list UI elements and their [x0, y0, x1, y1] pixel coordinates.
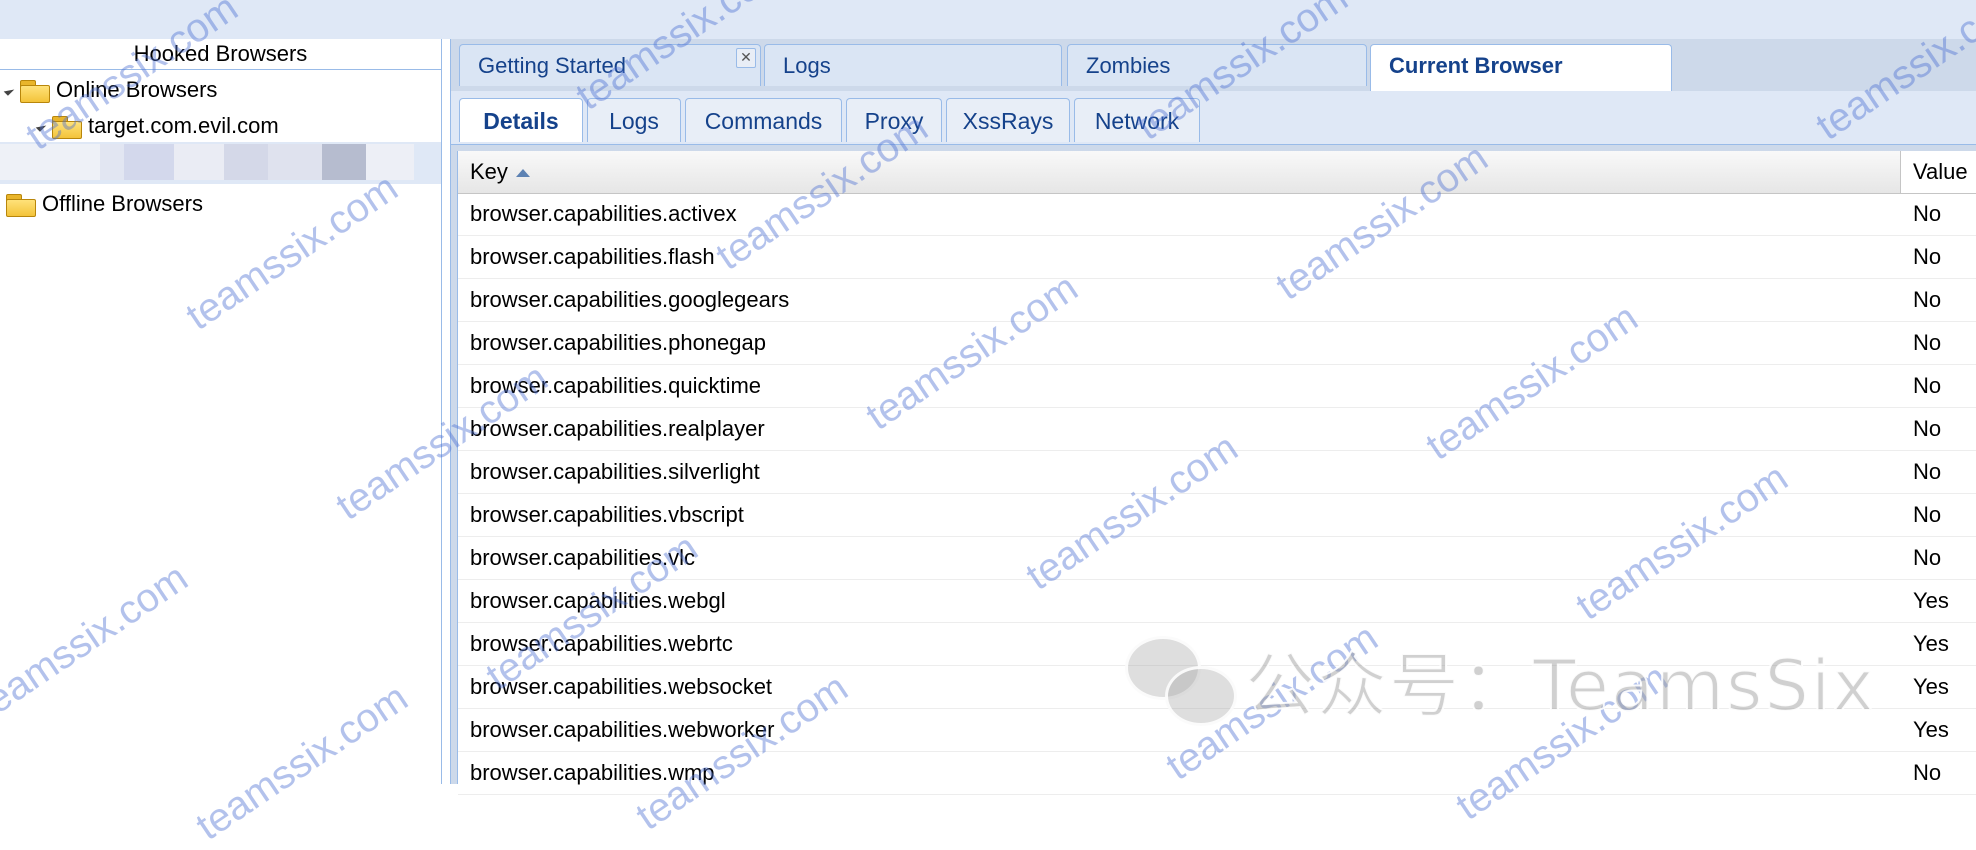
- value-cell: No: [1913, 373, 1942, 398]
- subtab-commands[interactable]: Commands: [685, 98, 842, 142]
- key-cell: browser.capabilities.vlc: [470, 545, 695, 570]
- value-cell: No: [1913, 459, 1942, 484]
- folder-open-icon: [52, 114, 82, 139]
- table-row[interactable]: browser.capabilities.flash No: [458, 236, 1976, 279]
- table-row[interactable]: browser.capabilities.vlc No: [458, 537, 1976, 580]
- top-bar: [0, 0, 1976, 39]
- redacted-block: [0, 144, 100, 180]
- value-cell: Yes: [1913, 588, 1949, 613]
- key-cell: browser.capabilities.phonegap: [470, 330, 766, 355]
- key-cell: browser.capabilities.googlegears: [470, 287, 790, 312]
- table-row[interactable]: browser.capabilities.activex No: [458, 193, 1976, 236]
- table-row[interactable]: browser.capabilities.phonegap No: [458, 322, 1976, 365]
- main-panel: Getting Started ✕ Logs Zombies Current B…: [450, 39, 1976, 795]
- tab-label: Current Browser: [1389, 53, 1563, 78]
- redacted-block: [224, 144, 268, 180]
- grid-header: Key Value: [458, 151, 1976, 194]
- tree-label: Offline Browsers: [42, 191, 203, 216]
- redacted-block: [124, 144, 174, 180]
- tree-label: target.com.evil.com: [88, 113, 279, 138]
- table-row[interactable]: browser.capabilities.webrtc Yes: [458, 623, 1976, 666]
- key-cell: browser.capabilities.webgl: [470, 588, 726, 613]
- subtab-logs[interactable]: Logs: [587, 98, 681, 142]
- main-tab-strip: Getting Started ✕ Logs Zombies Current B…: [451, 39, 1976, 92]
- tab-logs[interactable]: Logs: [764, 44, 1062, 86]
- table-row[interactable]: browser.capabilities.webworker Yes: [458, 709, 1976, 752]
- column-header-key[interactable]: Key: [458, 151, 1901, 193]
- table-row[interactable]: browser.capabilities.quicktime No: [458, 365, 1976, 408]
- table-row[interactable]: browser.capabilities.webgl Yes: [458, 580, 1976, 623]
- tree-label: Online Browsers: [56, 77, 218, 102]
- sort-ascending-icon: [515, 169, 530, 178]
- table-row[interactable]: browser.capabilities.googlegears No: [458, 279, 1976, 322]
- tab-label: Logs: [609, 108, 659, 134]
- tab-label: Logs: [783, 53, 831, 78]
- key-cell: browser.capabilities.silverlight: [470, 459, 760, 484]
- subtab-network[interactable]: Network: [1074, 98, 1200, 142]
- tab-label: Network: [1094, 108, 1180, 134]
- table-row[interactable]: browser.capabilities.realplayer No: [458, 408, 1976, 451]
- key-cell: browser.capabilities.activex: [470, 201, 737, 226]
- grid-body: browser.capabilities.activex No browser.c…: [458, 193, 1976, 795]
- value-cell: Yes: [1913, 717, 1949, 742]
- tab-label: XssRays: [962, 108, 1054, 134]
- tab-zombies[interactable]: Zombies: [1067, 44, 1367, 86]
- column-label: Value: [1913, 159, 1968, 184]
- value-cell: No: [1913, 201, 1942, 226]
- tab-label: Zombies: [1086, 53, 1171, 78]
- value-cell: No: [1913, 330, 1942, 355]
- tab-current-browser[interactable]: Current Browser: [1370, 44, 1672, 92]
- table-row[interactable]: browser.capabilities.websocket Yes: [458, 666, 1976, 709]
- redacted-block: [174, 144, 224, 180]
- panel-title: Hooked Browsers: [0, 39, 441, 70]
- value-cell: No: [1913, 545, 1942, 570]
- expand-arrow-icon[interactable]: [3, 84, 15, 96]
- key-cell: browser.capabilities.wmp: [470, 760, 715, 785]
- tree-node-target-domain[interactable]: target.com.evil.com: [35, 109, 279, 143]
- tab-label: Commands: [704, 108, 823, 134]
- folder-icon: [6, 192, 36, 217]
- subtab-xssrays[interactable]: XssRays: [946, 98, 1070, 142]
- close-icon[interactable]: ✕: [736, 48, 756, 68]
- redacted-block: [100, 144, 124, 180]
- tab-getting-started[interactable]: Getting Started ✕: [459, 44, 761, 86]
- value-cell: No: [1913, 760, 1942, 785]
- key-cell: browser.capabilities.websocket: [470, 674, 773, 699]
- redacted-block: [268, 144, 322, 180]
- tab-label: Getting Started: [478, 53, 626, 78]
- column-label: Key: [470, 159, 508, 184]
- tree-node-offline-browsers[interactable]: Offline Browsers: [6, 187, 468, 238]
- expand-arrow-icon[interactable]: [35, 120, 47, 132]
- details-grid: Key Value browser.capabilities.activex No…: [457, 151, 1976, 795]
- value-cell: No: [1913, 502, 1942, 527]
- key-cell: browser.capabilities.flash: [470, 244, 715, 269]
- subtab-details[interactable]: Details: [459, 98, 583, 142]
- folder-open-icon: [20, 78, 50, 103]
- key-cell: browser.capabilities.webworker: [470, 717, 775, 742]
- key-cell: browser.capabilities.realplayer: [470, 416, 765, 441]
- value-cell: No: [1913, 244, 1942, 269]
- key-cell: browser.capabilities.quicktime: [470, 373, 762, 398]
- redacted-block: [366, 144, 414, 180]
- table-row[interactable]: browser.capabilities.silverlight No: [458, 451, 1976, 494]
- value-cell: Yes: [1913, 674, 1949, 699]
- table-row[interactable]: browser.capabilities.wmp No: [458, 752, 1976, 795]
- value-cell: Yes: [1913, 631, 1949, 656]
- table-row[interactable]: browser.capabilities.vbscript No: [458, 494, 1976, 537]
- value-cell: No: [1913, 287, 1942, 312]
- value-cell: No: [1913, 416, 1942, 441]
- key-cell: browser.capabilities.webrtc: [470, 631, 733, 656]
- sub-tab-strip: Details Logs Commands Proxy XssRays Netw…: [451, 91, 1976, 145]
- redacted-block: [322, 144, 366, 180]
- tab-label: Proxy: [864, 108, 924, 134]
- subtab-proxy[interactable]: Proxy: [846, 98, 942, 142]
- tab-label: Details: [483, 108, 559, 134]
- key-cell: browser.capabilities.vbscript: [470, 502, 744, 527]
- column-header-value[interactable]: Value: [1901, 151, 1976, 193]
- tree-node-online-browsers[interactable]: Online Browsers: [3, 73, 218, 107]
